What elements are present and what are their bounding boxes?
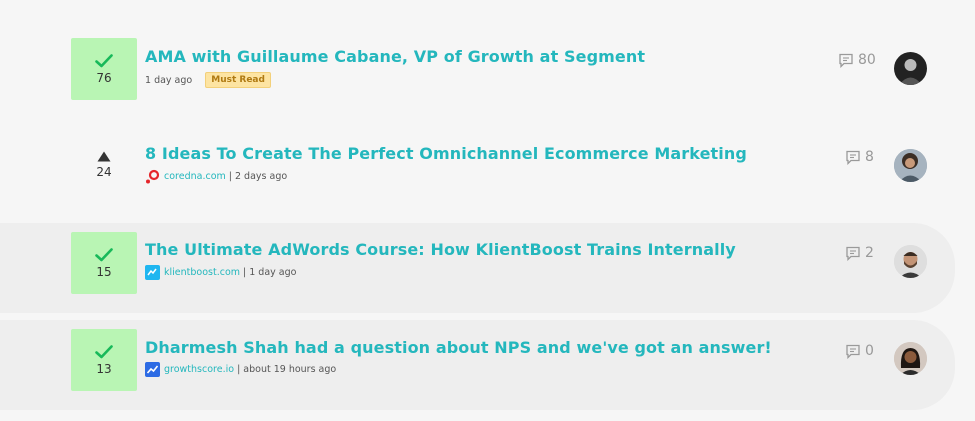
check-icon (95, 344, 113, 358)
upvote-button[interactable]: 24 (71, 135, 137, 195)
post-title[interactable]: The Ultimate AdWords Course: How KlientB… (145, 240, 736, 259)
comment-icon (846, 246, 860, 261)
post-title[interactable]: AMA with Guillaume Cabane, VP of Growth … (145, 47, 645, 66)
post-time: | 1 day ago (243, 267, 297, 278)
avatar-woman (894, 342, 927, 375)
check-icon (95, 53, 113, 67)
avatar-dark (899, 59, 922, 85)
author-avatar[interactable] (894, 342, 927, 375)
vote-count: 13 (96, 361, 112, 376)
comments-count: 2 (865, 245, 874, 261)
upvote-button[interactable]: 76 (71, 38, 137, 100)
comment-icon (846, 150, 860, 165)
author-avatar[interactable] (894, 245, 927, 278)
comment-icon (846, 344, 860, 359)
growthscore-logo-icon (145, 362, 160, 377)
post-row: 15 The Ultimate AdWords Course: How Klie… (0, 223, 975, 313)
vote-count: 76 (96, 70, 112, 85)
post-meta: klientboost.com | 1 day ago (145, 265, 296, 280)
source-link[interactable]: klientboost.com (164, 267, 240, 278)
comments-count: 80 (858, 52, 876, 68)
post-meta: 1 day ago Must Read (145, 72, 271, 88)
comments-count: 0 (865, 343, 874, 359)
post-time: | 2 days ago (228, 171, 288, 182)
post-title[interactable]: Dharmesh Shah had a question about NPS a… (145, 338, 772, 357)
post-title[interactable]: 8 Ideas To Create The Perfect Omnichanne… (145, 144, 747, 163)
comments-count: 8 (865, 149, 874, 165)
comment-icon (839, 53, 853, 68)
vote-count: 15 (96, 264, 112, 279)
comments-count-button[interactable]: 0 (845, 343, 874, 359)
upvote-button[interactable]: 13 (71, 329, 137, 391)
post-time: 1 day ago (145, 74, 193, 86)
source-link[interactable]: growthscore.io (164, 364, 234, 375)
vote-count: 24 (96, 165, 112, 179)
comments-count-button[interactable]: 2 (845, 245, 874, 261)
comments-count-button[interactable]: 80 (838, 52, 876, 68)
avatar-curly (894, 149, 927, 182)
author-avatar[interactable] (894, 149, 927, 182)
post-row: 76 AMA with Guillaume Cabane, VP of Grow… (0, 30, 975, 110)
post-row: 24 8 Ideas To Create The Perfect Omnicha… (0, 127, 975, 207)
must-read-badge: Must Read (205, 72, 271, 88)
check-icon (95, 247, 113, 261)
post-meta: coredna.com | 2 days ago (145, 169, 287, 184)
post-row: 13 Dharmesh Shah had a question about NP… (0, 320, 975, 410)
post-time: | about 19 hours ago (237, 364, 337, 375)
coredna-logo-icon (146, 169, 160, 184)
author-avatar[interactable] (894, 52, 927, 85)
source-link[interactable]: coredna.com (164, 171, 226, 182)
post-meta: growthscore.io | about 19 hours ago (145, 362, 336, 377)
upvote-arrow-icon (97, 151, 111, 162)
klientboost-logo-icon (145, 265, 160, 280)
comments-count-button[interactable]: 8 (845, 149, 874, 165)
upvote-button[interactable]: 15 (71, 232, 137, 294)
avatar-beard (894, 245, 927, 278)
